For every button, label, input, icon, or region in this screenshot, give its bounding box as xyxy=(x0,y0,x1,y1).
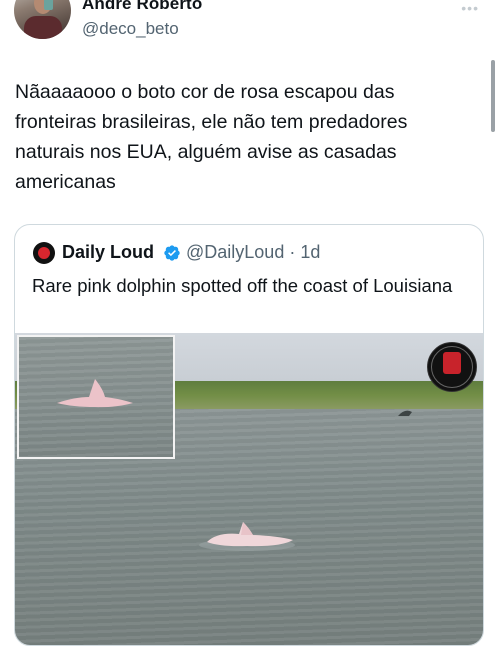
verified-badge-icon xyxy=(164,245,180,261)
daily-loud-logo xyxy=(427,342,477,392)
quoted-media-image[interactable] xyxy=(15,333,483,645)
author-avatar[interactable] xyxy=(14,0,71,39)
avatar-shirt xyxy=(24,16,62,39)
pink-dolphin xyxy=(199,522,295,551)
quoted-handle-time[interactable]: @DailyLoud · 1d xyxy=(186,242,320,263)
quoted-text: Rare pink dolphin spotted off the coast … xyxy=(32,275,453,296)
avatar-phone xyxy=(44,0,53,10)
quoted-tweet-card[interactable]: Daily Loud @DailyLoud · 1d Rare pink dol… xyxy=(14,224,484,646)
inset-pink-dolphin xyxy=(57,379,133,408)
more-dots-icon[interactable]: ••• xyxy=(461,0,479,16)
tweet-text: Nãaaaaooo o boto cor de rosa escapou das… xyxy=(15,81,408,193)
quoted-author-name[interactable]: Daily Loud xyxy=(62,242,154,263)
scrollbar[interactable] xyxy=(491,60,495,132)
author-name[interactable]: André Roberto xyxy=(82,0,202,14)
quoted-avatar[interactable] xyxy=(33,242,55,264)
distant-dolphin-fin xyxy=(398,410,412,416)
inset-closeup xyxy=(17,335,175,459)
author-handle[interactable]: @deco_beto xyxy=(82,19,179,39)
